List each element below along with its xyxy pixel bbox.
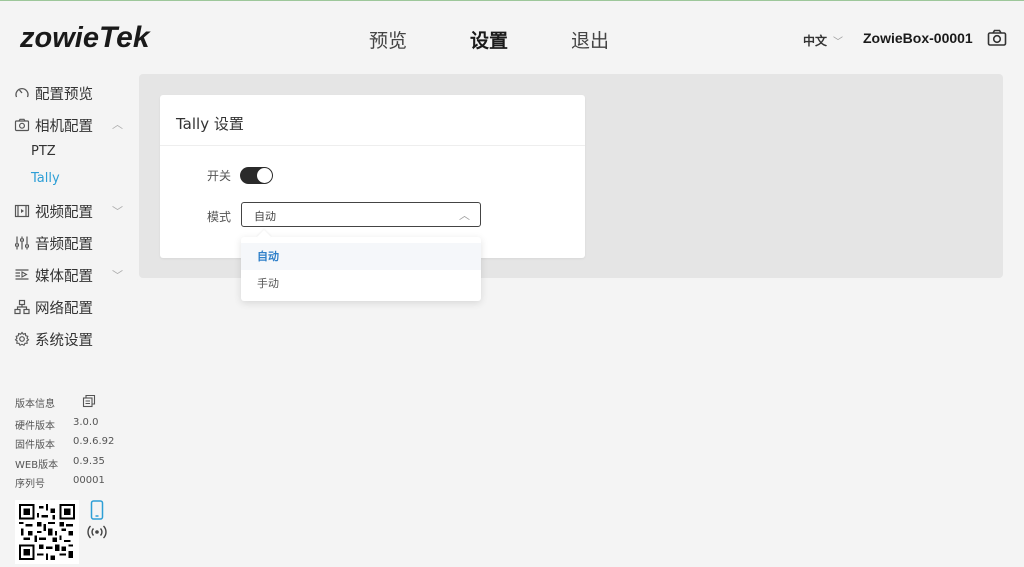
- sidebar-subitem-ptz[interactable]: PTZ: [31, 144, 56, 159]
- dropdown-option-auto[interactable]: 自动: [241, 243, 481, 270]
- version-value: 0.9.35: [73, 456, 105, 467]
- sidebar-item-audio-config[interactable]: 音频配置: [14, 231, 93, 255]
- version-row-hardware: 硬件版本 3.0.0: [15, 417, 98, 432]
- version-value: 0.9.6.92: [73, 436, 115, 447]
- sidebar-item-media-config[interactable]: 媒体配置: [14, 263, 93, 287]
- language-label: 中文: [803, 34, 828, 48]
- header: zowieTek 预览 设置 退出 中文 ﹀ ZowieBox-00001: [0, 1, 1024, 73]
- sidebar-item-label: 视频配置: [35, 204, 93, 221]
- chevron-down-icon: ﹀: [112, 269, 123, 282]
- card-title: Tally 设置: [176, 115, 244, 133]
- version-title: 版本信息: [15, 399, 55, 410]
- phone-icon[interactable]: [89, 500, 105, 520]
- sidebar-item-label: 媒体配置: [35, 268, 93, 285]
- sidebar-item-label: 系统设置: [35, 332, 93, 349]
- sidebar-item-camera-config[interactable]: 相机配置: [14, 113, 93, 137]
- dropdown-option-manual[interactable]: 手动: [241, 270, 481, 297]
- version-label: 序列号: [15, 479, 45, 490]
- device-name: ZowieBox-00001: [863, 30, 973, 46]
- version-label: 固件版本: [15, 440, 55, 451]
- toggle-knob: [257, 168, 272, 183]
- sidebar-item-label: 配置预览: [35, 86, 93, 103]
- snapshot-camera-icon[interactable]: [987, 29, 1007, 47]
- sidebar-item-network-config[interactable]: 网络配置: [14, 295, 93, 319]
- card-divider: [160, 145, 585, 146]
- switch-label: 开关: [207, 169, 232, 183]
- nav-settings[interactable]: 设置: [470, 26, 508, 53]
- version-row-firmware: 固件版本 0.9.6.92: [15, 436, 114, 451]
- mode-dropdown-menu: 自动 手动: [241, 229, 481, 301]
- nav-preview[interactable]: 预览: [369, 26, 407, 53]
- gear-icon: [14, 331, 30, 347]
- media-icon: [15, 269, 29, 280]
- gauge-icon: [15, 87, 29, 98]
- sidebar-item-system-settings[interactable]: 系统设置: [14, 327, 93, 351]
- chevron-up-icon: ︿: [459, 209, 470, 222]
- chevron-down-icon: ﹀: [112, 205, 123, 218]
- sidebar-item-video-config[interactable]: 视频配置: [14, 199, 93, 223]
- mode-select[interactable]: 自动 ︿: [241, 202, 481, 227]
- version-value: 00001: [73, 475, 105, 486]
- chevron-down-icon: ﹀: [833, 37, 844, 48]
- version-row-serial: 序列号 00001: [15, 475, 105, 490]
- mode-select-value: 自动: [254, 210, 276, 223]
- sidebar-item-label: 相机配置: [35, 118, 93, 135]
- chevron-up-icon: ︿: [112, 118, 123, 131]
- film-icon: [14, 204, 30, 218]
- sidebar-item-config-preview[interactable]: 配置预览: [14, 81, 93, 105]
- version-value: 3.0.0: [73, 417, 99, 428]
- network-icon: [14, 299, 30, 315]
- sidebar-subitem-tally[interactable]: Tally: [31, 171, 60, 186]
- version-row-web: WEB版本 0.9.35: [15, 456, 105, 471]
- sidebar-item-label: 音频配置: [35, 236, 93, 253]
- mode-label: 模式: [207, 210, 232, 224]
- sliders-icon: [15, 236, 29, 250]
- broadcast-icon[interactable]: [87, 523, 107, 541]
- language-selector[interactable]: 中文 ﹀: [803, 32, 843, 49]
- tally-switch-toggle[interactable]: [240, 167, 273, 184]
- camera-icon: [14, 118, 30, 132]
- version-label: WEB版本: [15, 460, 59, 471]
- version-label: 硬件版本: [15, 421, 55, 432]
- copy-icon[interactable]: [82, 394, 96, 408]
- qr-code-image: [15, 500, 79, 564]
- tally-settings-card: Tally 设置 开关 模式 自动 ︿: [160, 95, 585, 258]
- sidebar-item-label: 网络配置: [35, 300, 93, 317]
- nav-logout[interactable]: 退出: [571, 26, 609, 53]
